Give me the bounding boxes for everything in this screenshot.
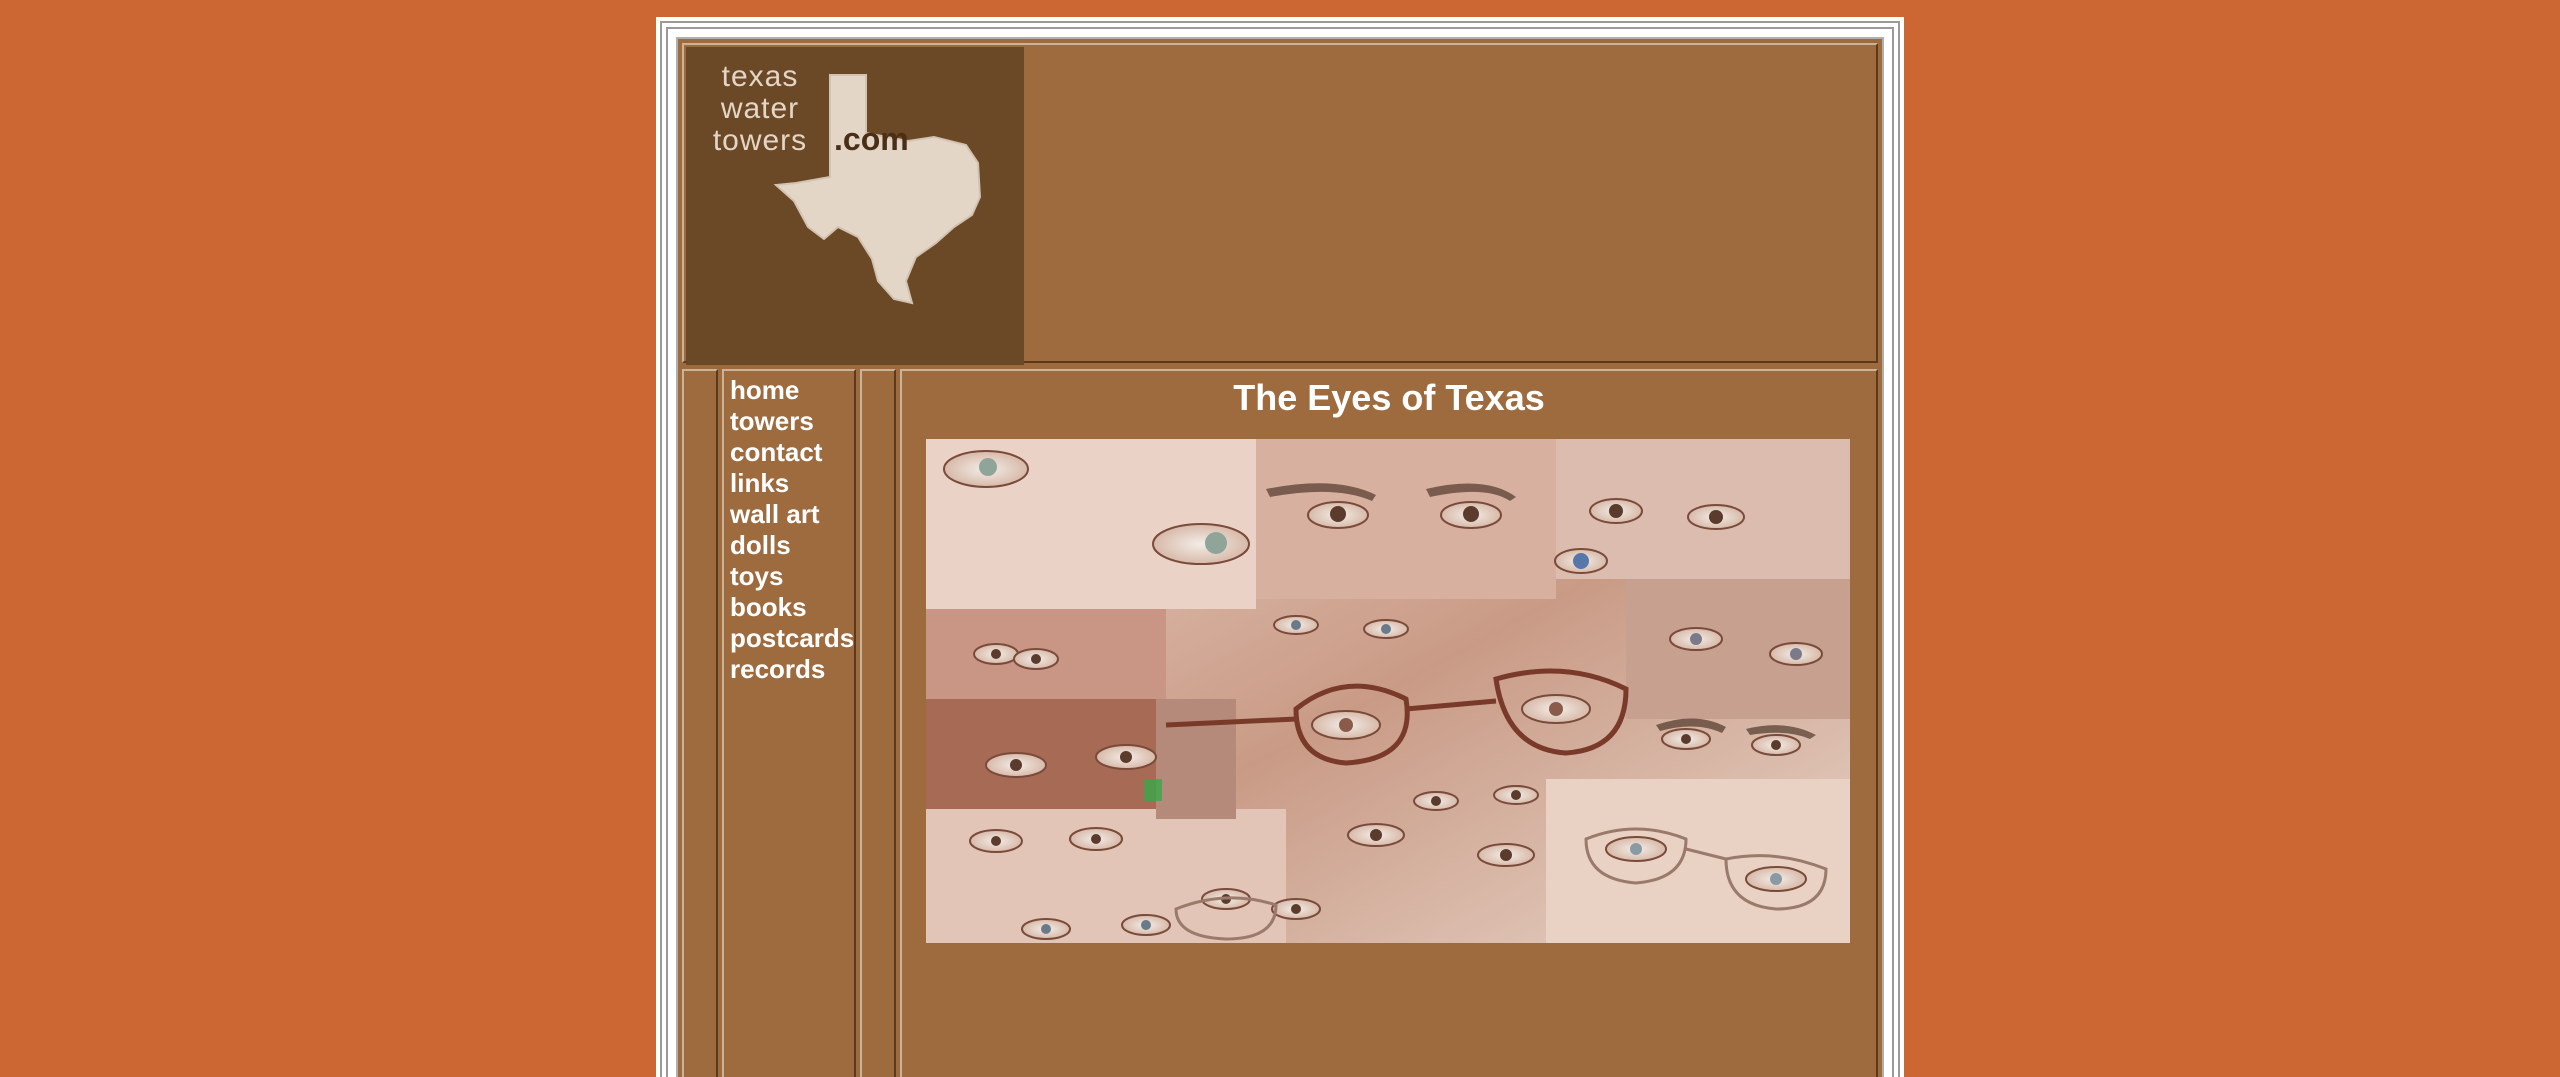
- eyes-collage-image: [926, 439, 1850, 943]
- nav-link-contact[interactable]: contact: [730, 437, 854, 468]
- header-banner: texas water towers .com: [682, 43, 1878, 365]
- left-spacer-cell: [682, 369, 718, 1077]
- main-nav: home towers contact links wall art dolls…: [730, 375, 854, 685]
- nav-link-home[interactable]: home: [730, 375, 854, 406]
- eyes-collage-art: [926, 439, 1850, 943]
- nav-link-towers[interactable]: towers: [730, 406, 854, 437]
- nav-link-postcards[interactable]: postcards: [730, 623, 854, 654]
- page-title: The Eyes of Texas: [1233, 377, 1545, 418]
- nav-link-dolls[interactable]: dolls: [730, 530, 854, 561]
- logo-line-towers: towers: [712, 124, 808, 157]
- logo-line-texas: texas: [721, 60, 799, 93]
- nav-link-records[interactable]: records: [730, 654, 854, 685]
- nav-link-wall-art[interactable]: wall art: [730, 499, 854, 530]
- logo-line-water: water: [720, 92, 800, 125]
- body-row: home towers contact links wall art dolls…: [682, 369, 1878, 1077]
- logo-suffix: .com: [834, 121, 909, 157]
- page-frame: texas water towers .com home towers cont…: [656, 17, 1904, 1077]
- site-logo[interactable]: texas water towers .com: [686, 47, 1024, 365]
- content-table: texas water towers .com home towers cont…: [676, 37, 1884, 1077]
- nav-link-books[interactable]: books: [730, 592, 854, 623]
- logo-wordmark: texas water towers: [690, 61, 830, 157]
- nav-link-links[interactable]: links: [730, 468, 854, 499]
- nav-link-toys[interactable]: toys: [730, 561, 854, 592]
- main-content-cell: The Eyes of Texas: [900, 369, 1878, 1077]
- middle-spacer-cell: [860, 369, 896, 1077]
- nav-cell: home towers contact links wall art dolls…: [722, 369, 856, 1077]
